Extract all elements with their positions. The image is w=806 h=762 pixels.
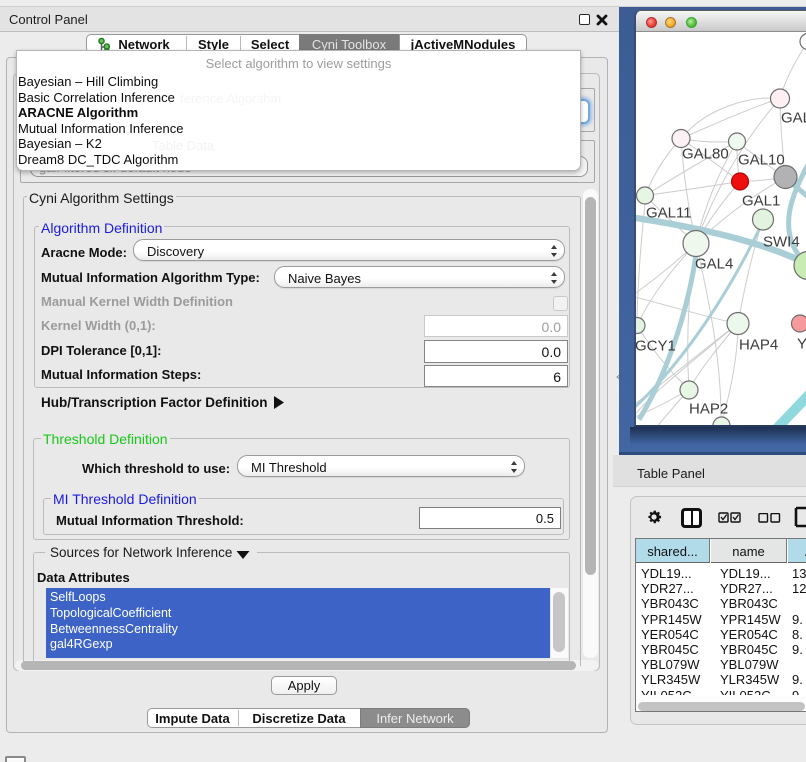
svg-text:GCY1: GCY1 — [636, 338, 676, 355]
svg-text:GAL11: GAL11 — [646, 205, 692, 222]
svg-text:GAL1: GAL1 — [742, 193, 780, 210]
svg-text:GAL4: GAL4 — [695, 256, 733, 273]
svg-text:HAP4: HAP4 — [739, 337, 778, 354]
svg-text:GAL10: GAL10 — [738, 152, 785, 169]
svg-text:Y: Y — [797, 336, 806, 353]
svg-text:SWI4: SWI4 — [763, 234, 800, 251]
svg-text:GAL80: GAL80 — [682, 146, 729, 163]
svg-text:HAP2: HAP2 — [689, 401, 728, 418]
svg-text:GAL7: GAL7 — [781, 110, 806, 127]
